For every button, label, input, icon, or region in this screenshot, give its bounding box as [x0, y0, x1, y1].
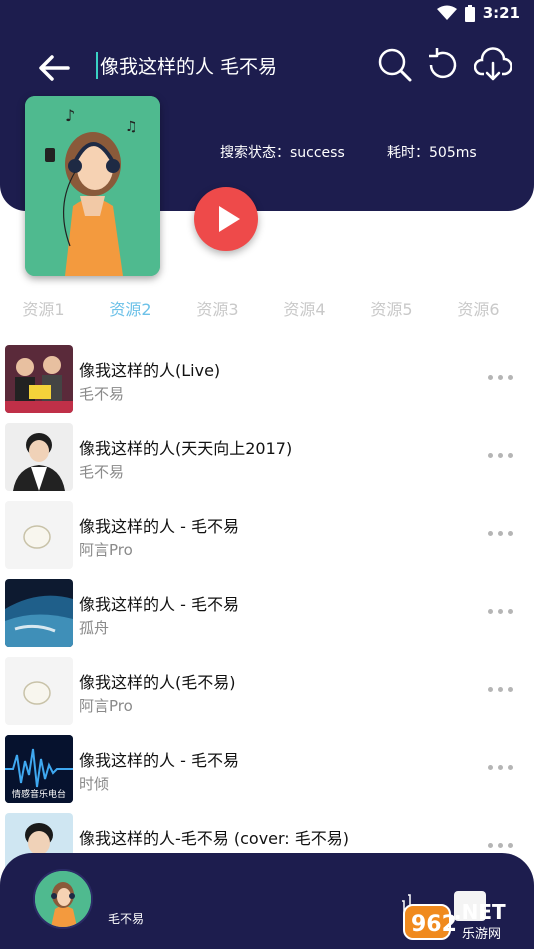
watermark-net: .NET — [454, 900, 506, 924]
back-arrow-icon[interactable] — [34, 48, 74, 88]
album-cover: ♪ ♫ — [25, 96, 160, 276]
song-title: 像我这样的人(天天向上2017) — [79, 439, 293, 458]
song-artist: 阿言Pro — [79, 697, 133, 715]
elapsed-time: 耗时：505ms — [387, 145, 477, 161]
thumbnail-caption: 情感音乐电台 — [11, 790, 66, 800]
song-artist: 孤舟 — [79, 619, 110, 637]
song-row[interactable]: 情感音乐电台 像我这样的人 - 毛不易 时倾 — [0, 729, 534, 807]
refresh-icon[interactable] — [423, 46, 461, 84]
mini-player[interactable]: 毛不易 962 .NET 乐游网 — [0, 853, 534, 949]
play-icon — [219, 206, 240, 232]
tab-source-4[interactable]: 资源4 — [261, 296, 348, 320]
song-artist: 阿言Pro — [79, 541, 133, 559]
search-status: 搜索状态：success — [220, 145, 345, 161]
svg-text:♪: ♪ — [65, 106, 75, 125]
album-art: ♪ ♫ — [25, 96, 160, 276]
song-artist: 毛不易 — [79, 463, 125, 481]
now-playing-cover[interactable] — [33, 869, 93, 929]
song-title: 像我这样的人-毛不易 (cover: 毛不易) — [79, 829, 350, 848]
song-row[interactable]: 像我这样的人 - 毛不易 阿言Pro — [0, 495, 534, 573]
search-query[interactable]: 像我这样的人 毛不易 — [96, 52, 277, 79]
song-title: 像我这样的人 - 毛不易 — [79, 517, 239, 536]
song-thumbnail: 情感音乐电台 — [5, 735, 73, 803]
song-row[interactable]: 像我这样的人 - 毛不易 孤舟 — [0, 573, 534, 651]
song-thumbnail — [5, 501, 73, 569]
now-playing-artist: 毛不易 — [108, 912, 145, 926]
song-title: 像我这样的人(毛不易) — [79, 673, 236, 692]
song-artist: 时倾 — [79, 775, 110, 793]
song-title: 像我这样的人(Live) — [79, 361, 221, 380]
download-icon[interactable] — [474, 46, 512, 84]
song-artist: 毛不易 — [79, 385, 125, 403]
song-title: 像我这样的人 - 毛不易 — [79, 751, 239, 770]
status-bar: 3:21 — [0, 0, 534, 28]
song-row[interactable]: 像我这样的人(天天向上2017) 毛不易 — [0, 417, 534, 495]
song-thumbnail — [5, 657, 73, 725]
tab-source-5[interactable]: 资源5 — [348, 296, 435, 320]
tab-source-3[interactable]: 资源3 — [174, 296, 261, 320]
more-options-icon[interactable] — [488, 375, 516, 383]
clock: 3:21 — [482, 4, 520, 22]
watermark-sub: 乐游网 — [462, 927, 501, 942]
tab-source-1[interactable]: 资源1 — [0, 296, 87, 320]
song-row[interactable]: 像我这样的人(Live) 毛不易 — [0, 339, 534, 417]
search-icon[interactable] — [376, 46, 414, 84]
more-options-icon[interactable] — [488, 453, 516, 461]
source-tabs: 资源1 资源2 资源3 资源4 资源5 资源6 — [0, 296, 534, 322]
tab-source-6[interactable]: 资源6 — [435, 296, 522, 320]
play-button[interactable] — [194, 187, 258, 251]
battery-icon — [464, 4, 475, 22]
song-list: 像我这样的人(Live) 毛不易 像我这样的人(天天向上2017) 毛不易 像我… — [0, 339, 534, 885]
watermark-number: 962 — [411, 912, 457, 937]
song-thumbnail — [5, 423, 73, 491]
more-options-icon[interactable] — [488, 765, 516, 773]
song-title: 像我这样的人 - 毛不易 — [79, 595, 239, 614]
more-options-icon[interactable] — [488, 531, 516, 539]
more-options-icon[interactable] — [488, 843, 516, 851]
watermark: 962 .NET 乐游网 — [400, 891, 528, 943]
more-options-icon[interactable] — [488, 687, 516, 695]
more-options-icon[interactable] — [488, 609, 516, 617]
svg-text:♫: ♫ — [125, 119, 138, 135]
song-thumbnail — [5, 345, 73, 413]
wifi-icon — [436, 5, 457, 20]
song-thumbnail — [5, 579, 73, 647]
song-row[interactable]: 像我这样的人(毛不易) 阿言Pro — [0, 651, 534, 729]
tab-source-2[interactable]: 资源2 — [87, 296, 174, 320]
